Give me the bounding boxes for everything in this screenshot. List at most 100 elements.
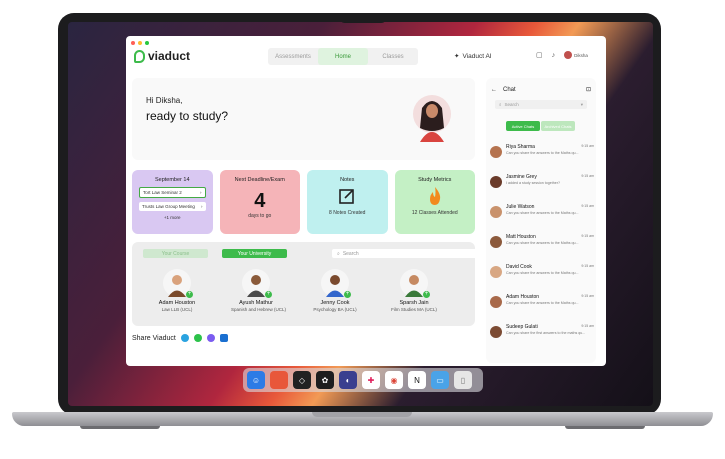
slack-icon[interactable]: ✚ (362, 371, 380, 389)
tab-home[interactable]: Home (318, 48, 368, 65)
add-friend-icon[interactable]: + (186, 291, 193, 298)
bell-icon[interactable]: ♪ (552, 52, 556, 59)
app-window: viaduct Assessments Home Classes ✦ Viadu… (126, 36, 606, 366)
study-metrics-card[interactable]: Study Metrics 12 Classes Attended (394, 170, 475, 234)
tab-your-university[interactable]: Your University (222, 249, 287, 258)
notion-icon[interactable]: N (408, 371, 426, 389)
compose-icon[interactable]: ⊡ (586, 86, 591, 93)
figma-icon[interactable]: ✿ (316, 371, 334, 389)
back-arrow-icon[interactable]: ← (491, 87, 497, 93)
archived-chats-toggle[interactable]: Archived Chats (541, 121, 575, 131)
top-icons: ▢ ♪ Diksha (536, 51, 588, 59)
chat-preview: I added a study session together? (506, 181, 560, 185)
avatar: + (242, 269, 272, 298)
chat-preview: Can you share the first answers to the m… (506, 331, 586, 335)
laptop-base-notch (312, 412, 412, 417)
person-card[interactable]: + Adam Houston Law LLB (UCL) (152, 269, 202, 312)
telegram-icon[interactable] (180, 334, 189, 342)
person-course: Spanish and Hebrew (UCL) (231, 307, 287, 312)
tab-your-course[interactable]: Your Course (143, 249, 208, 258)
messenger-icon[interactable] (206, 334, 215, 342)
chat-item[interactable]: Riya Sharma 9:15 am Can you share the ans… (490, 144, 594, 174)
zoom-window-button[interactable] (145, 41, 149, 45)
logo-icon (134, 49, 145, 63)
deadline-card[interactable]: Next Deadline/Exam 4 days to go (219, 170, 300, 234)
chat-preview: Can you share the answers to the Maths q… (506, 211, 579, 215)
chat-name: Adam Houston (506, 294, 540, 300)
calendar-event[interactable]: Trusts Law Group Meeting › (139, 202, 206, 211)
chat-search-input[interactable]: ⌕ Search ▾ (495, 100, 587, 109)
chat-item[interactable]: Sudeep Gulati 9:15 am Can you share the f… (490, 324, 594, 354)
calendar-event[interactable]: Tort Law Seminar 2 › (139, 187, 206, 198)
notes-card[interactable]: Notes 8 Notes Created (307, 170, 388, 234)
chat-time: 9:15 am (581, 174, 594, 178)
chat-preview: Can you share the answers to the Maths q… (506, 301, 579, 305)
calendar-date: September 14 (154, 177, 190, 183)
person-course: Psychology BA (UCL) (313, 307, 357, 312)
chat-preview: Can you share the answers to the Maths q… (506, 271, 579, 275)
tab-assessments[interactable]: Assessments (268, 48, 318, 65)
person-card[interactable]: + Sparsh Jain Film Studies MA (UCL) (389, 269, 439, 312)
person-course: Law LLB (UCL) (161, 307, 193, 312)
tab-classes[interactable]: Classes (368, 48, 418, 65)
add-friend-icon[interactable]: + (344, 291, 351, 298)
chat-name: Julie Watson (506, 204, 535, 210)
add-friend-icon[interactable]: + (265, 291, 272, 298)
calendar-card[interactable]: September 14 Tort Law Seminar 2 › Trusts… (132, 170, 213, 234)
filter-icon[interactable]: ▾ (581, 102, 583, 108)
whatsapp-icon[interactable] (193, 334, 202, 342)
chat-panel: ← Chat ⊡ ⌕ Search ▾ Active Chats Archive… (486, 78, 596, 363)
classmates-search-input[interactable]: ⌕ Search (332, 249, 477, 258)
chat-item[interactable]: Julie Watson 9:15 am Can you share the an… (490, 204, 594, 234)
folder-icon[interactable]: ▭ (431, 371, 449, 389)
chrome-icon[interactable]: ◉ (385, 371, 403, 389)
messages-icon[interactable]: ▢ (536, 51, 543, 59)
deadline-title: Next Deadline/Exam (234, 177, 285, 183)
event-label: Trusts Law Group Meeting (142, 204, 195, 209)
chat-item[interactable]: Matt Houston 9:15 am Can you share the an… (490, 234, 594, 264)
app-logo[interactable]: viaduct (134, 49, 190, 63)
viaduct-ai-button[interactable]: ✦ Viaduct AI (454, 52, 492, 61)
search-icon: ⌕ (337, 250, 340, 257)
chat-preview: Can you share the answers to the Maths q… (506, 241, 579, 245)
outlook-icon[interactable] (219, 334, 228, 342)
browser-app-icon[interactable]: ◐ (339, 371, 357, 389)
chat-preview: Can you share the answers to the Maths q… (506, 151, 579, 155)
metrics-caption: 12 Classes Attended (411, 210, 458, 216)
classmates-panel: Your Course Your University ⌕ Search + A… (132, 242, 477, 326)
avatar: + (163, 269, 193, 298)
greeting-card: Hi Diksha, ready to study? (132, 78, 475, 160)
add-friend-icon[interactable]: + (423, 291, 430, 298)
avatar: + (400, 269, 430, 298)
finder-icon[interactable]: ☺ (247, 371, 265, 389)
close-window-button[interactable] (131, 41, 135, 45)
search-icon: ⌕ (499, 102, 502, 107)
dock: ☺ ◇ ✿ ◐ ✚ ◉ N ▭ ▯ (243, 368, 483, 392)
metrics-title: Study Metrics (418, 177, 452, 183)
minimize-window-button[interactable] (138, 41, 142, 45)
person-card[interactable]: + Ayush Mathur Spanish and Hebrew (UCL) (231, 269, 287, 312)
flame-icon (429, 187, 440, 205)
chat-time: 9:15 am (581, 294, 594, 298)
person-name: Sparsh Jain (399, 300, 429, 306)
more-events-link[interactable]: +1 more (132, 215, 213, 220)
person-card[interactable]: + Jenny Cook Psychology BA (UCL) (310, 269, 360, 312)
calendar-app-icon[interactable] (270, 371, 288, 389)
user-menu[interactable]: Diksha (564, 51, 588, 59)
avatar (490, 176, 502, 188)
trash-icon[interactable]: ▯ (454, 371, 472, 389)
person-name: Adam Houston (158, 300, 196, 306)
chat-item[interactable]: Jasmine Grey 9:15 am I added a study sess… (490, 174, 594, 204)
active-chats-toggle[interactable]: Active Chats (506, 121, 540, 131)
search-placeholder: Search (342, 250, 359, 257)
notes-title: Notes (340, 177, 355, 183)
greeting-subtitle: ready to study? (146, 109, 229, 123)
chat-item[interactable]: Adam Houston 9:15 am Can you share the an… (490, 294, 594, 324)
chat-list: Riya Sharma 9:15 am Can you share the ans… (490, 144, 594, 354)
layers-app-icon[interactable]: ◇ (293, 371, 311, 389)
avatar: + (321, 269, 351, 298)
avatar (490, 266, 502, 278)
chat-header: ← Chat ⊡ (491, 86, 591, 94)
chat-item[interactable]: David Cook 9:15 am Can you share the answ… (490, 264, 594, 294)
avatar (564, 51, 573, 59)
